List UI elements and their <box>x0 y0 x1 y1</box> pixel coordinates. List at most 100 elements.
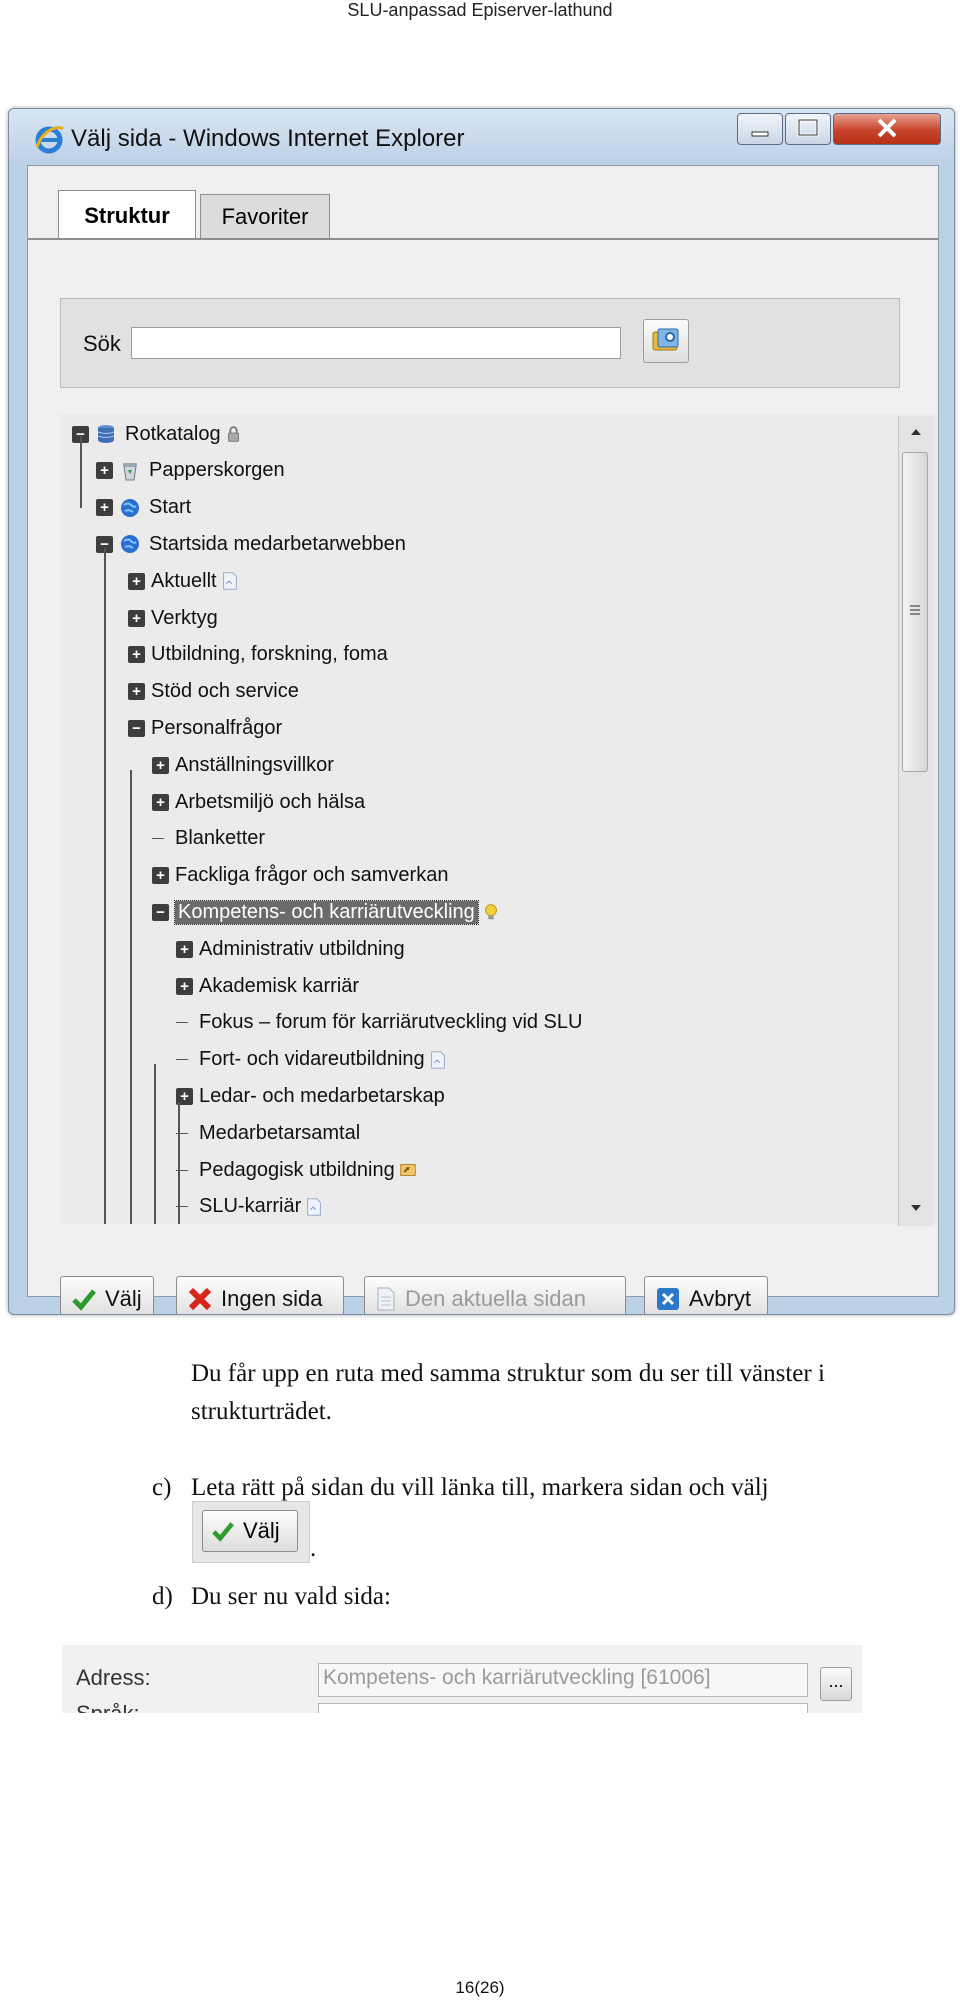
checkmark-icon <box>212 1522 234 1542</box>
paragraph: Du får upp en ruta med samma struktur so… <box>191 1360 825 1425</box>
search-label: Sök <box>83 331 121 356</box>
page-header: SLU-anpassad Episerver-lathund <box>347 0 613 20</box>
tree-node[interactable]: − Startsida medarbetarwebben <box>96 526 406 562</box>
tree-node[interactable]: + Administrativ utbildning <box>176 931 405 967</box>
tree-node-label[interactable]: Utbildning, forskning, foma <box>151 643 388 666</box>
tree-node-label[interactable]: Aktuellt <box>151 570 217 593</box>
recycle-bin-icon <box>123 462 137 481</box>
tree-node-label[interactable]: Administrativ utbildning <box>199 938 405 961</box>
valj-button[interactable]: Välj <box>60 1276 154 1314</box>
lightbulb-icon <box>484 904 497 920</box>
tree-node-label[interactable]: Stöd och service <box>151 680 299 703</box>
database-icon <box>97 425 115 443</box>
tree-node-label[interactable]: Start <box>149 496 191 519</box>
maximize-icon <box>797 118 819 137</box>
lock-icon <box>227 426 239 442</box>
tree-node-label[interactable]: Fackliga frågor och samverkan <box>175 864 448 887</box>
tree-node-label[interactable]: Papperskorgen <box>149 459 285 482</box>
valj-button-image: Välj <box>202 1510 298 1552</box>
den-aktuella-sidan-button[interactable]: Den aktuella sidan <box>364 1276 626 1314</box>
step-c-marker: c) <box>152 1474 172 1501</box>
tree-node[interactable]: + Verktyg <box>128 600 218 636</box>
valj-image-label: Välj <box>243 1518 280 1543</box>
expand-icon[interactable]: + <box>96 499 113 517</box>
browse-button: ... <box>820 1667 852 1701</box>
tree-node-label[interactable]: Fokus – forum för karriärutveckling vid … <box>199 1011 582 1034</box>
tree-node-label[interactable]: Personalfrågor <box>151 717 282 740</box>
tree-node-label[interactable]: Fort- och vidareutbildning <box>199 1048 425 1071</box>
tree-node[interactable]: SLU-karriär <box>176 1189 324 1224</box>
tree-node[interactable]: − Rotkatalog <box>72 416 244 452</box>
maximize-button[interactable] <box>785 113 831 145</box>
expand-icon[interactable]: + <box>128 646 145 664</box>
tree-connector <box>152 830 169 847</box>
red-cross-icon <box>188 1287 212 1311</box>
tree-node[interactable]: + Anställningsvillkor <box>152 747 334 783</box>
page-icon <box>377 1287 395 1311</box>
scroll-up-icon[interactable] <box>908 426 924 438</box>
tree-connector <box>176 1051 193 1068</box>
tree-node-label[interactable]: Startsida medarbetarwebben <box>149 533 406 556</box>
dialog-content: Struktur Favoriter Sök − Rotkatalog + Pappe… <box>27 165 939 1314</box>
tree-node-label[interactable]: Medarbetarsamtal <box>199 1122 360 1145</box>
tree-scrollbar[interactable] <box>898 416 933 1226</box>
expand-icon[interactable]: + <box>128 609 145 627</box>
expand-icon[interactable]: + <box>152 756 169 774</box>
tree-node[interactable]: + Aktuellt <box>128 563 240 599</box>
expand-icon[interactable]: + <box>128 572 145 590</box>
checkmark-icon <box>72 1289 96 1311</box>
tree-guide-line <box>104 548 106 1224</box>
search-panel: Sök <box>60 298 900 388</box>
minimize-button[interactable] <box>737 113 783 145</box>
tree-node[interactable]: + Arbetsmiljö och hälsa <box>152 784 365 820</box>
tree-node[interactable]: + Papperskorgen <box>96 453 285 489</box>
close-button[interactable] <box>833 113 941 145</box>
step-d-marker: d) <box>152 1583 173 1610</box>
expand-icon[interactable]: + <box>176 940 193 958</box>
tree-node-label[interactable]: SLU-karriär <box>199 1195 301 1218</box>
tree-node-label[interactable]: Kompetens- och karriärutveckling <box>174 899 479 925</box>
tree-connector <box>176 1014 193 1031</box>
expand-icon[interactable]: + <box>128 683 145 701</box>
scroll-down-icon[interactable] <box>908 1202 924 1214</box>
tree-node[interactable]: Fort- och vidareutbildning <box>176 1042 448 1078</box>
tree-node-label[interactable]: Verktyg <box>151 607 218 630</box>
tree-node[interactable]: + Stöd och service <box>128 674 299 710</box>
expand-icon[interactable]: + <box>96 462 113 480</box>
tree-node[interactable]: Blanketter <box>152 821 265 857</box>
tree-node[interactable]: + Utbildning, forskning, foma <box>128 637 388 673</box>
tree-node[interactable]: + Start <box>96 490 191 526</box>
tree-node[interactable]: + Fackliga frågor och samverkan <box>152 858 448 894</box>
tree-node[interactable]: Medarbetarsamtal <box>176 1115 360 1151</box>
ingen-sida-button[interactable]: Ingen sida <box>176 1276 344 1314</box>
scroll-thumb[interactable] <box>902 452 928 772</box>
tree-node[interactable]: + Ledar- och medarbetarskap <box>176 1078 445 1114</box>
tab-struktur[interactable]: Struktur <box>58 190 196 240</box>
tree-node-label[interactable]: Rotkatalog <box>125 423 221 446</box>
search-input[interactable] <box>131 327 621 359</box>
tree-node[interactable]: Pedagogisk utbildning <box>176 1152 418 1188</box>
tree-node-label[interactable]: Ledar- och medarbetarskap <box>199 1085 445 1108</box>
tree-node[interactable]: Fokus – forum för karriärutveckling vid … <box>176 1005 582 1041</box>
collapse-icon[interactable]: − <box>152 903 169 921</box>
tree-node-label[interactable]: Pedagogisk utbildning <box>199 1159 395 1182</box>
expand-icon[interactable]: + <box>152 793 169 811</box>
expand-icon[interactable]: + <box>176 977 193 995</box>
collapse-icon[interactable]: − <box>128 719 145 737</box>
tree-node-label[interactable]: Blanketter <box>175 827 265 850</box>
avbryt-button[interactable]: Avbryt <box>644 1276 768 1314</box>
tab-favoriter[interactable]: Favoriter <box>200 194 330 238</box>
tree-node-label[interactable]: Akademisk karriär <box>199 975 359 998</box>
tree-node[interactable]: − Kompetens- och karriärutveckling <box>152 894 501 930</box>
expand-icon[interactable]: + <box>152 867 169 885</box>
tree-node-label[interactable]: Arbetsmiljö och hälsa <box>175 791 365 814</box>
internet-explorer-icon <box>35 126 65 154</box>
tree-node[interactable]: − Personalfrågor <box>128 710 282 746</box>
tree-node[interactable]: + Akademisk karriär <box>176 968 359 1004</box>
tree-node-label[interactable]: Anställningsvillkor <box>175 754 334 777</box>
page-icon <box>430 1050 445 1069</box>
search-button[interactable] <box>643 319 689 363</box>
search-folder-icon <box>652 328 679 351</box>
close-icon <box>877 118 897 138</box>
step-c-period: . <box>310 1535 317 1562</box>
